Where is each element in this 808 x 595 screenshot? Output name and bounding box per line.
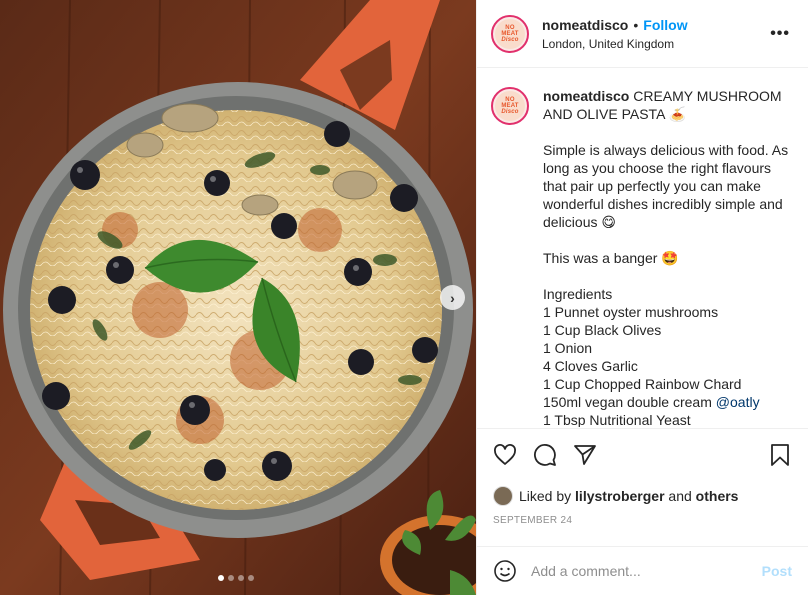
- post-media[interactable]: ›: [0, 0, 476, 595]
- comment-bar: Post: [477, 546, 808, 595]
- post-panel: NO MEAT Disco nomeatdisco • Follow Londo…: [476, 0, 808, 595]
- comment-input[interactable]: [531, 563, 762, 579]
- next-image-button[interactable]: ›: [440, 285, 465, 310]
- carousel-dot: [238, 575, 244, 581]
- carousel-indicator: [218, 575, 254, 581]
- ingredient-item: 1 Cup Chopped Rainbow Chard: [543, 376, 742, 392]
- avatar[interactable]: NO MEAT Disco: [491, 87, 529, 125]
- ingredient-item: 1 Onion: [543, 340, 593, 356]
- ingredient-item: 1 Cup Black Olives: [543, 322, 662, 338]
- liker-avatar[interactable]: [493, 486, 513, 506]
- bookmark-icon[interactable]: [768, 443, 792, 467]
- caption-intro: Simple is always delicious with food. As…: [543, 142, 789, 230]
- ingredient-item: 1 Tbsp Nutritional Yeast: [543, 412, 691, 427]
- location-link[interactable]: London, United Kingdom: [542, 37, 766, 51]
- chevron-right-icon: ›: [450, 289, 455, 306]
- ingredient-item: 1 Punnet oyster mushrooms: [543, 304, 719, 320]
- avatar[interactable]: NO MEAT Disco: [491, 14, 529, 53]
- carousel-dot: [248, 575, 254, 581]
- action-bar: [477, 429, 808, 481]
- smiley-icon[interactable]: [493, 559, 517, 583]
- follow-button[interactable]: Follow: [643, 17, 687, 33]
- likes-summary: Liked by lilystroberger and others: [477, 484, 808, 508]
- ingredients-list: Ingredients 1 Punnet oyster mushrooms 1 …: [543, 285, 793, 427]
- caption-banger: This was a banger 🤩: [543, 250, 679, 266]
- paper-plane-icon[interactable]: [573, 443, 597, 467]
- post-actions-section: Liked by lilystroberger and others SEPTE…: [477, 428, 808, 526]
- heart-icon[interactable]: [493, 443, 517, 467]
- pasta-photo: [0, 0, 476, 595]
- likes-others-link[interactable]: others: [696, 488, 739, 504]
- ingredients-heading: Ingredients: [543, 286, 613, 302]
- post-header: NO MEAT Disco nomeatdisco • Follow Londo…: [477, 0, 808, 68]
- instagram-post-modal: › NO MEAT Disco nomeatdisco • Follow Lon…: [0, 0, 808, 595]
- ingredient-item: 150ml vegan double cream @oatly: [543, 394, 760, 410]
- avatar-logo: NO MEAT Disco: [495, 91, 525, 121]
- avatar-logo: NO MEAT Disco: [495, 18, 525, 49]
- separator: •: [633, 16, 639, 33]
- caption-text: nomeatdisco CREAMY MUSHROOM AND OLIVE PA…: [543, 87, 793, 427]
- caption-username-link[interactable]: nomeatdisco: [543, 88, 629, 104]
- liker-username-link[interactable]: lilystroberger: [575, 488, 664, 504]
- carousel-dot: [228, 575, 234, 581]
- comment-icon[interactable]: [533, 443, 557, 467]
- caption-scroll-area[interactable]: NO MEAT Disco nomeatdisco CREAMY MUSHROO…: [477, 69, 808, 427]
- username-link[interactable]: nomeatdisco: [542, 17, 628, 33]
- carousel-dot: [218, 575, 224, 581]
- mention-link[interactable]: @oatly: [716, 394, 760, 410]
- more-options-icon[interactable]: •••: [766, 21, 794, 47]
- post-date[interactable]: SEPTEMBER 24: [477, 515, 808, 526]
- ingredient-item: 4 Cloves Garlic: [543, 358, 638, 374]
- header-text: nomeatdisco • Follow London, United King…: [542, 17, 766, 51]
- post-comment-button[interactable]: Post: [762, 563, 792, 579]
